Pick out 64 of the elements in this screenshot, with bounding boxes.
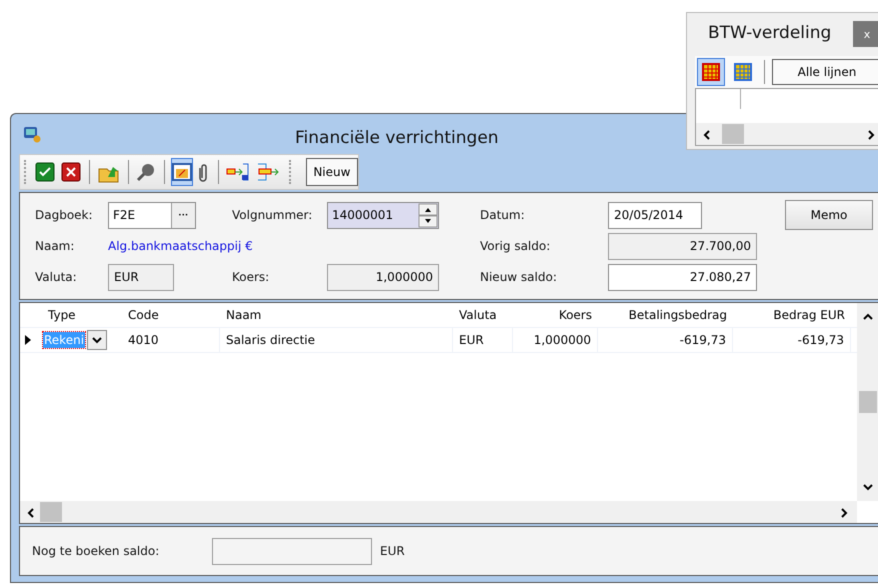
currency-label: EUR: [380, 544, 405, 558]
memo-button[interactable]: Memo: [785, 200, 873, 230]
scroll-up-icon[interactable]: [863, 312, 873, 322]
scrollbar-thumb[interactable]: [40, 502, 62, 522]
close-button[interactable]: x: [853, 21, 878, 47]
dropdown-button[interactable]: [87, 330, 108, 350]
table-cell: EUR: [453, 328, 513, 352]
chevron-down-icon: [92, 336, 102, 344]
grid-icon: [734, 63, 752, 81]
panel-title: BTW-verdeling: [708, 23, 832, 43]
account-name: Alg.bankmaatschappij €: [108, 239, 254, 254]
scrollbar-thumb[interactable]: [722, 124, 744, 144]
table-cell: Salaris directie: [220, 328, 453, 352]
close-icon: [61, 162, 82, 182]
table-cell: -619,73: [598, 328, 733, 352]
insert-rows-icon: [226, 162, 250, 182]
horizontal-scrollbar[interactable]: [696, 123, 878, 145]
number-spinner[interactable]: 14000001: [327, 202, 439, 229]
field-label: Nieuw saldo:: [480, 270, 558, 284]
field-label: Nog te boeken saldo:: [32, 544, 160, 558]
scrollbar-thumb[interactable]: [859, 390, 877, 413]
grid-icon: [702, 63, 720, 81]
column-header[interactable]: Valuta: [453, 308, 513, 322]
field-label: Volgnummer:: [232, 208, 314, 222]
search-icon: [136, 162, 156, 182]
balance-field[interactable]: 27.080,27: [608, 264, 757, 291]
journal-field[interactable]: F2E ···: [108, 202, 196, 229]
field-label: Naam:: [35, 239, 76, 254]
checkmark-icon: [35, 162, 56, 182]
field-label: Vorig saldo:: [480, 239, 552, 254]
balance-field: 27.700,00: [608, 232, 757, 260]
currency-field: EUR: [108, 264, 174, 291]
field-label: Valuta:: [35, 270, 78, 284]
field-label: Koers:: [232, 270, 270, 284]
window-title: Financiële verrichtingen: [295, 128, 499, 148]
field-label: Datum:: [480, 208, 526, 222]
horizontal-scrollbar[interactable]: [20, 501, 857, 524]
scroll-left-icon[interactable]: [702, 130, 712, 140]
column-header[interactable]: Code: [122, 308, 220, 322]
column-header[interactable]: Koers: [513, 308, 598, 322]
column-header[interactable]: Type: [42, 308, 122, 322]
table-cell: 1,000000: [513, 328, 598, 352]
table-cell: -619,73: [733, 328, 851, 352]
vertical-scrollbar[interactable]: [857, 302, 878, 502]
column-divider: [740, 89, 741, 109]
spinner-arrows-icon[interactable]: [418, 202, 438, 228]
column-header[interactable]: Bedrag EUR: [733, 308, 851, 322]
column-header[interactable]: Betalingsbedrag: [598, 308, 733, 322]
all-lines-button[interactable]: Alle lijnen: [772, 59, 878, 85]
toolbar-button[interactable]: [171, 158, 194, 186]
browse-button[interactable]: ···: [171, 202, 195, 228]
scroll-down-icon[interactable]: [863, 482, 873, 492]
percent-icon: [172, 162, 192, 181]
new-button[interactable]: Nieuw: [306, 158, 358, 186]
field-label: Dagboek:: [35, 208, 94, 222]
date-field[interactable]: 20/05/2014: [608, 202, 702, 229]
insert-rows-icon: [256, 162, 280, 182]
app-icon: [23, 124, 41, 143]
scroll-left-icon[interactable]: [26, 508, 36, 518]
rate-field: 1,000000: [327, 264, 439, 291]
table-cell: 4010: [122, 328, 220, 352]
scroll-right-icon[interactable]: [839, 508, 849, 518]
column-header[interactable]: Naam: [220, 308, 453, 322]
scroll-right-icon[interactable]: [866, 130, 876, 140]
